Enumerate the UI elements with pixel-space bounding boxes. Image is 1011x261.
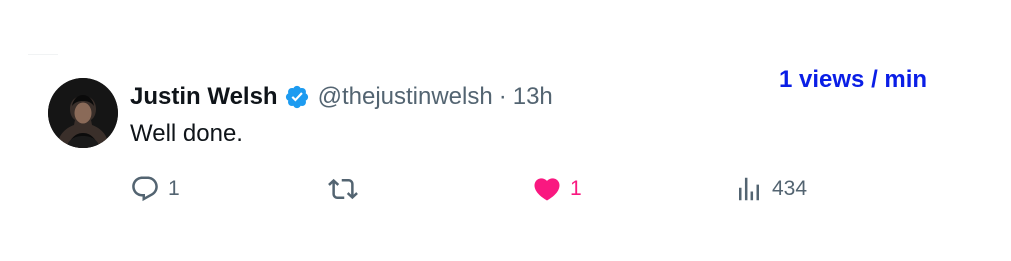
reply-count: 1 [168,177,180,200]
tweet-header: Justin Welsh @thejustinwelsh · 13h [130,82,553,112]
author-name[interactable]: Justin Welsh [130,83,278,111]
reply-icon [132,176,158,202]
retweet-icon [328,178,358,200]
top-divider [28,54,58,55]
heart-filled-icon [534,178,560,201]
tweet-text: Well done. [130,120,243,147]
like-button[interactable]: 1 [532,174,582,204]
avatar-image [48,78,118,148]
avatar[interactable] [48,78,118,148]
views-button[interactable]: 434 [734,174,807,204]
reply-button[interactable]: 1 [130,174,180,204]
verified-badge-icon[interactable] [284,84,310,110]
views-chart-icon [739,177,759,201]
tweet-timestamp[interactable]: 13h [513,83,553,111]
tweet-actions: 1 1 434 [130,174,910,204]
tweet[interactable]: Justin Welsh @thejustinwelsh · 13h Well … [48,78,948,218]
retweet-button[interactable] [328,174,366,204]
like-count: 1 [570,177,582,200]
header-separator: · [498,83,507,110]
view-count: 434 [772,177,808,200]
author-handle[interactable]: @thejustinwelsh [318,83,493,111]
